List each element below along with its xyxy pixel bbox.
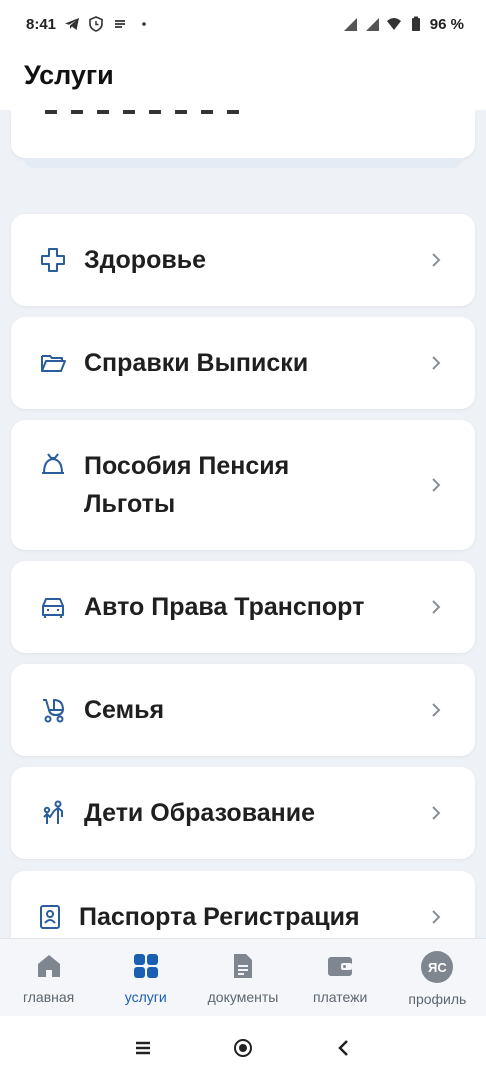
recent-apps-icon[interactable] (131, 1036, 155, 1060)
nav-label-profile: профиль (408, 991, 467, 1007)
service-label-health: Здоровье (84, 246, 206, 274)
service-label-benefits: Пособия Пенсия Льготы (84, 452, 290, 518)
avatar: ЯС (421, 951, 454, 983)
service-card-children[interactable]: Дети Образование (11, 767, 475, 859)
nav-profile[interactable]: ЯС профиль (389, 939, 486, 1016)
system-navigation-bar (0, 1016, 486, 1080)
service-label-family: Семья (84, 696, 165, 724)
battery-percent: 96 % (429, 15, 464, 33)
car-icon (38, 592, 68, 622)
passport-icon (35, 902, 65, 932)
service-card-family[interactable]: Семья (11, 664, 475, 756)
dot-icon (136, 16, 152, 32)
document-icon (227, 951, 259, 981)
service-label-passports: Паспорта Регистрация (79, 903, 360, 931)
page-title: Услуги (24, 60, 114, 90)
service-card-benefits[interactable]: Пособия Пенсия Льготы (11, 420, 475, 550)
service-card-transport[interactable]: Авто Права Транспорт (11, 561, 475, 653)
chevron-right-icon (429, 475, 443, 495)
nav-label-payments: платежи (313, 989, 368, 1005)
chevron-right-icon (429, 700, 443, 720)
wallet-icon (324, 951, 356, 981)
service-label-children: Дети Образование (84, 799, 316, 827)
nav-services[interactable]: услуги (97, 939, 194, 1016)
folder-icon (38, 348, 68, 378)
chevron-right-icon (429, 803, 443, 823)
benefits-icon (38, 450, 68, 480)
card-stack-shadow (24, 158, 462, 168)
home-button-icon[interactable] (231, 1036, 255, 1060)
health-cross-icon (38, 245, 68, 275)
service-card-health[interactable]: Здоровье (11, 214, 475, 306)
service-label-transport: Авто Права Транспорт (84, 593, 365, 621)
notes-icon (112, 16, 128, 32)
chevron-right-icon (429, 907, 443, 927)
battery-icon (408, 16, 424, 32)
nav-documents[interactable]: документы (194, 939, 291, 1016)
nav-label-services: услуги (124, 989, 167, 1005)
partial-card[interactable] (11, 110, 475, 158)
status-time: 8:41 (26, 15, 57, 33)
nav-payments[interactable]: платежи (292, 939, 389, 1016)
service-label-certificates: Справки Выписки (84, 349, 309, 377)
chevron-right-icon (429, 250, 443, 270)
nav-home[interactable]: главная (0, 939, 97, 1016)
telegram-icon (64, 16, 80, 32)
stroller-icon (38, 695, 68, 725)
signal-icon-2 (364, 16, 380, 32)
home-icon (33, 951, 65, 981)
signal-icon (342, 16, 358, 32)
services-grid-icon (130, 951, 162, 981)
back-icon[interactable] (332, 1036, 356, 1060)
wifi-icon (386, 16, 402, 32)
services-list[interactable]: Здоровье Справки Выписки Пособия Пенсия … (0, 110, 486, 938)
children-icon (38, 798, 68, 828)
service-card-certificates[interactable]: Справки Выписки (11, 317, 475, 409)
chevron-right-icon (429, 353, 443, 373)
service-card-passports[interactable]: Паспорта Регистрация (11, 871, 475, 938)
shield-clock-icon (88, 16, 104, 32)
nav-label-home: главная (22, 989, 75, 1005)
nav-label-documents: документы (207, 989, 279, 1005)
status-bar: 8:41 96 % (0, 0, 486, 48)
chevron-right-icon (429, 597, 443, 617)
app-header: Услуги (0, 48, 486, 110)
cut-off-text (45, 110, 253, 114)
bottom-navigation: главная услуги документы платежи ЯС проф… (0, 938, 486, 1016)
